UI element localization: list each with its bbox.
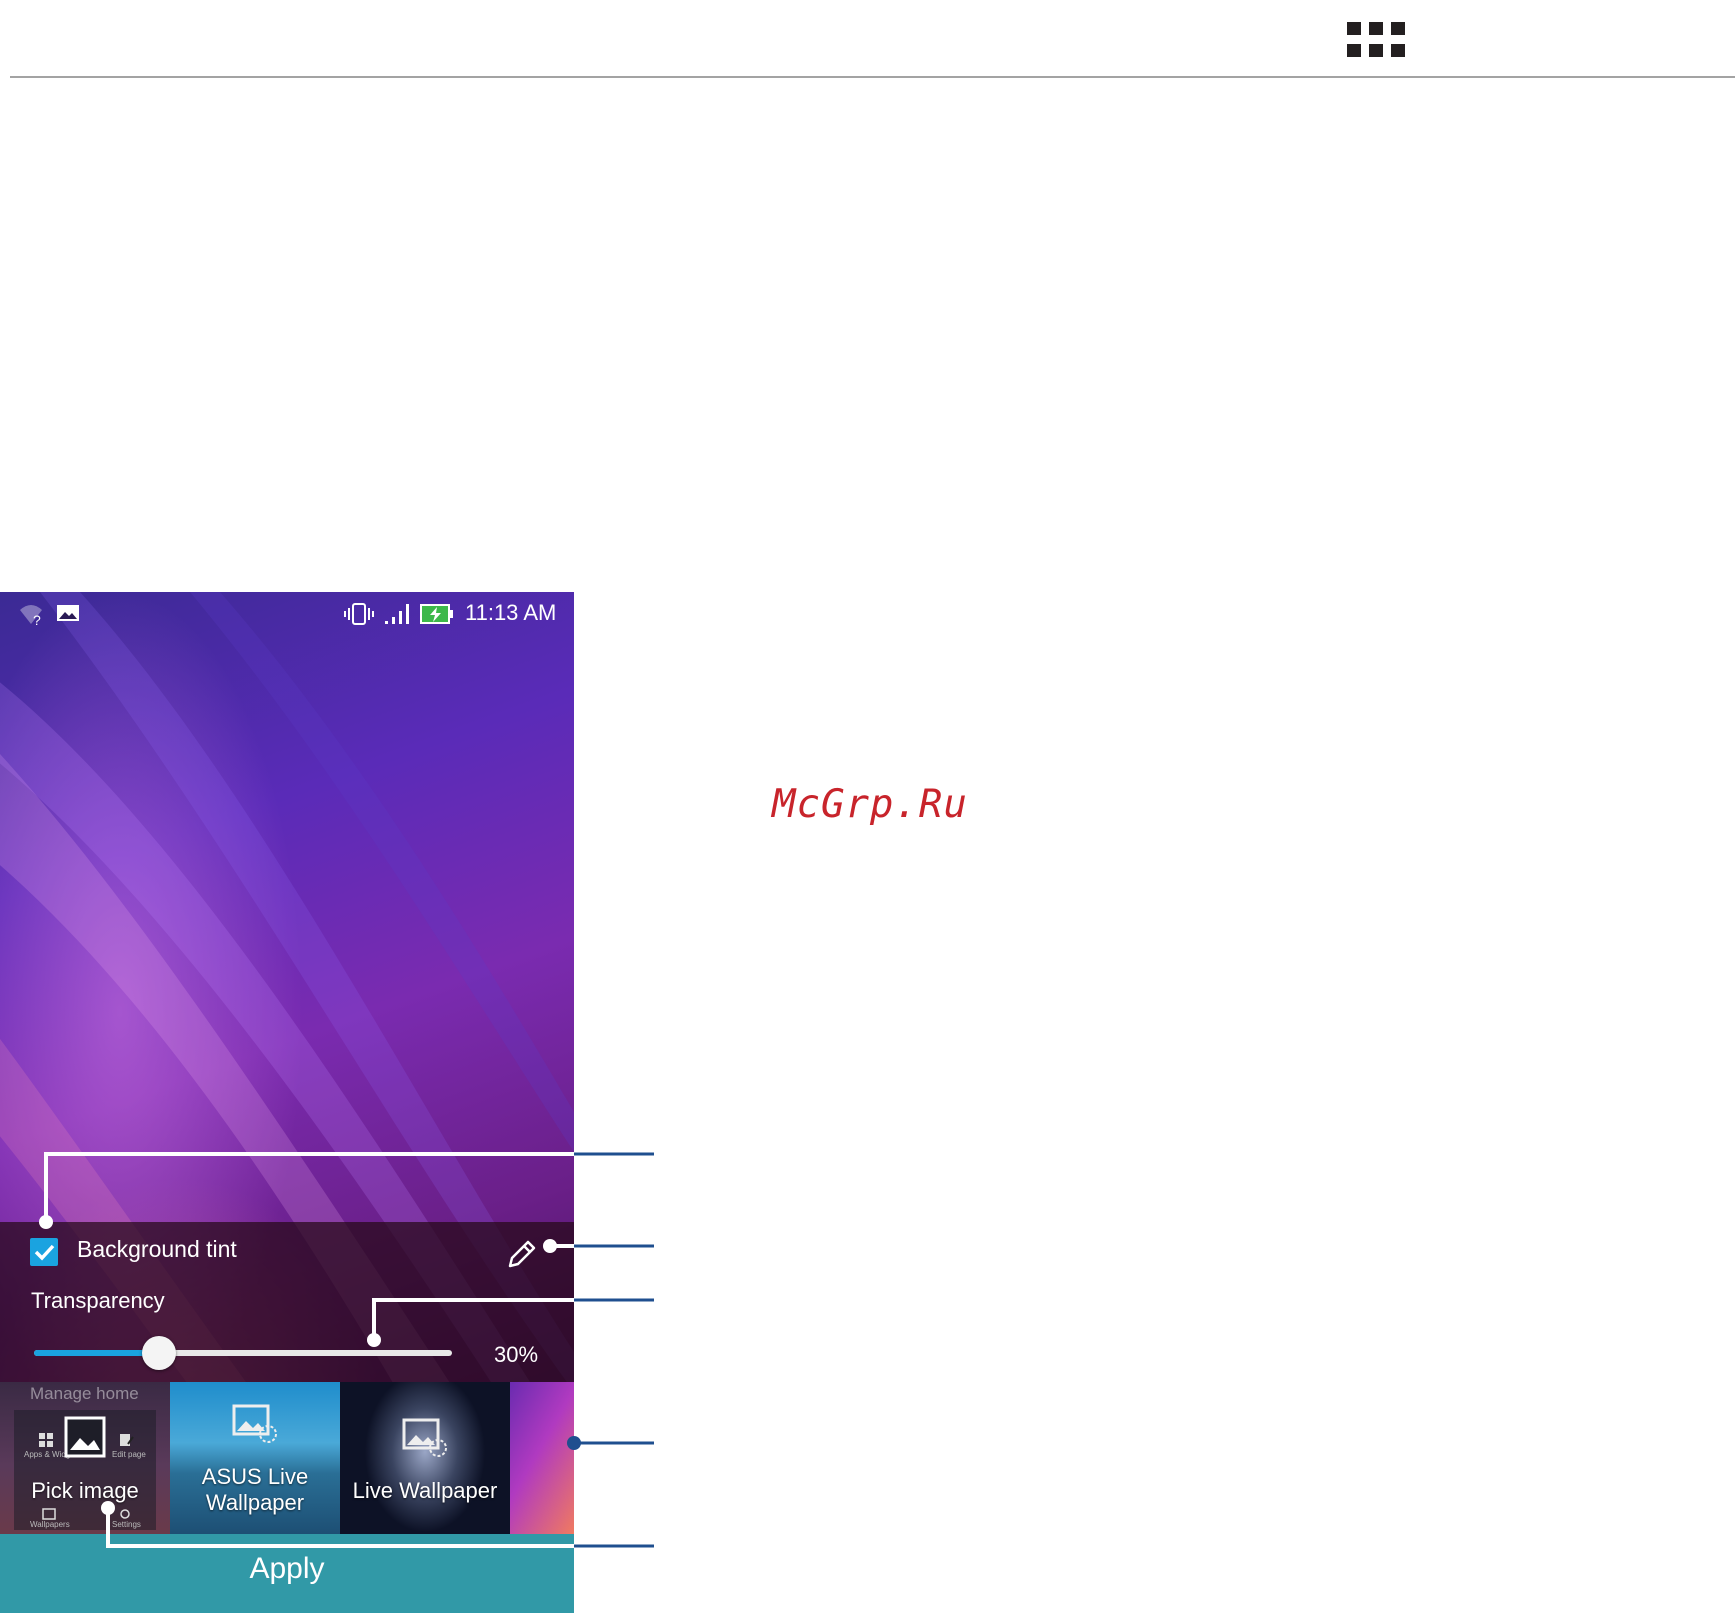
live-wallpaper-label: Live Wallpaper <box>352 1478 498 1503</box>
transparency-slider-fill <box>34 1350 160 1356</box>
gallery-notification-icon <box>57 605 79 621</box>
signal-icon <box>385 604 409 624</box>
background-tint-checkbox[interactable] <box>30 1238 58 1266</box>
wallpaper-picker-row: Manage home Apps & Widg Edit page Wallpa… <box>0 1382 574 1534</box>
callout-wallpaper-picker <box>567 1436 654 1450</box>
asus-live-wallpaper-tile[interactable]: ASUS Live Wallpaper <box>170 1382 340 1534</box>
checkmark-icon <box>34 1244 55 1261</box>
edit-page-icon <box>120 1434 134 1446</box>
vibrate-icon <box>344 603 374 625</box>
mini-label-edit-page: Edit page <box>112 1450 146 1459</box>
wifi-unknown-icon: ? <box>20 605 42 626</box>
phone-screenshot: ? 11:13 AM Background tint Transparency … <box>0 592 574 1613</box>
mini-label-settings: Settings <box>112 1520 141 1529</box>
svg-text:?: ? <box>33 612 41 626</box>
manage-home-label: Manage home <box>30 1384 139 1403</box>
apps-grid-icon <box>1347 22 1405 58</box>
live-wallpaper-tile[interactable]: Live Wallpaper <box>340 1382 510 1534</box>
manage-home-preview: Apps & Widg Edit page Wallpapers Setting… <box>14 1410 156 1530</box>
settings-icon <box>120 1509 130 1519</box>
pick-image-tile[interactable]: Manage home Apps & Widg Edit page Wallpa… <box>0 1382 170 1534</box>
live-wallpaper-image-icon <box>232 1404 277 1443</box>
pick-image-label: Pick image <box>31 1478 139 1503</box>
apply-button[interactable]: Apply <box>0 1534 574 1613</box>
asus-live-wallpaper-label-line2: Wallpaper <box>205 1490 305 1515</box>
transparency-label: Transparency <box>31 1288 165 1313</box>
background-tint-label: Background tint <box>77 1236 237 1262</box>
watermark: McGrp.Ru <box>772 782 968 827</box>
status-time: 11:13 AM <box>465 600 557 625</box>
wallpapers-icon <box>42 1508 56 1520</box>
asus-live-wallpaper-label-line1: ASUS Live <box>201 1464 309 1489</box>
status-bar: ? 11:13 AM <box>0 592 574 636</box>
apply-label: Apply <box>249 1552 325 1585</box>
transparency-slider-thumb[interactable] <box>142 1336 177 1370</box>
battery-charging-icon <box>420 604 453 624</box>
background-tint-panel: Background tint Transparency 30% <box>0 1222 574 1382</box>
live-wallpaper-image-icon <box>402 1418 447 1457</box>
edit-pencil-icon[interactable] <box>502 1234 542 1274</box>
apps-widgets-icon <box>39 1433 53 1447</box>
header-rule <box>10 76 1735 78</box>
image-icon <box>64 1416 106 1458</box>
wallpaper-thumbnail[interactable] <box>510 1382 574 1534</box>
transparency-value: 30% <box>494 1342 539 1367</box>
mini-label-wallpapers: Wallpapers <box>30 1520 70 1529</box>
